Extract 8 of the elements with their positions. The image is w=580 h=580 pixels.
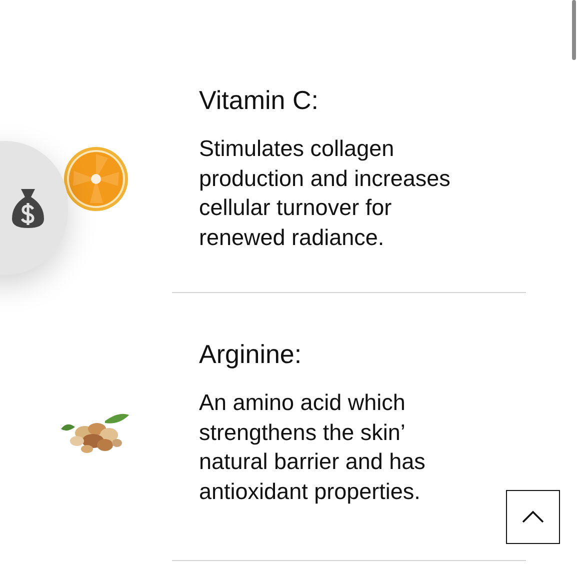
scrollbar [572,0,576,60]
scroll-to-top-button[interactable] [506,490,560,544]
section-description: Stimulates collagen production and increases cellular turnover for renewed radiance. [199,135,452,252]
section-description: An amino acid which strengthens the skin’ natural barrier and has antioxidant properties. [199,389,426,506]
section-heading: Arginine: [199,338,303,371]
section-heading: Vitamin C: [199,84,320,117]
money-bag-icon [10,187,46,229]
chevron-up-icon [522,511,544,523]
